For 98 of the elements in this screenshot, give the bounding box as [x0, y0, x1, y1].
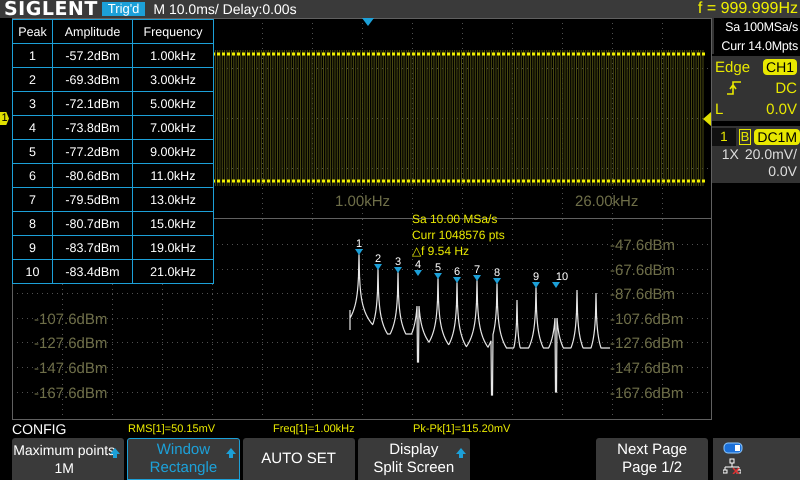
measurement-readout: Freq[1]=1.00kHz: [273, 423, 356, 435]
peak-marker-label: 5: [434, 262, 442, 274]
peak-marker-label: 7: [474, 264, 480, 276]
fft-info-text: Curr 1048576 pts: [412, 228, 505, 242]
peak-marker-label: 2: [374, 253, 382, 265]
table-cell: -72.1dBm: [52, 92, 132, 116]
peak-marker-label: 8: [494, 267, 500, 279]
table-cell: -73.8dBm: [52, 116, 132, 140]
peak-marker-label: 3: [394, 256, 402, 268]
table-cell: -77.2dBm: [52, 140, 132, 164]
table-cell: 3: [12, 92, 52, 116]
table-cell: 6: [12, 164, 52, 188]
channel-coupling: DC1M: [754, 129, 800, 145]
table-cell: 5: [12, 140, 52, 164]
table-cell: 7.00kHz: [132, 116, 214, 140]
sample-rate-readout: Sa 100MSa/s: [725, 19, 798, 35]
peak-marker-icon: [493, 278, 501, 284]
softkey-button[interactable]: Maximum points 1M: [12, 438, 124, 480]
softkey-button[interactable]: AUTO SET: [242, 438, 355, 480]
probe-ratio: 1X: [722, 146, 739, 163]
table-cell: 10: [12, 260, 52, 284]
scale-label: -127.6dBm: [610, 335, 684, 352]
fft-info-text: Sa 10.00 MSa/s: [412, 212, 498, 226]
table-cell: 4: [12, 116, 52, 140]
softkey-button[interactable]: Next Page Page 1/2: [596, 438, 708, 480]
table-cell: 13.0kHz: [132, 188, 214, 212]
memory-depth-readout: Curr 14.0Mpts: [721, 38, 798, 54]
table-cell: -80.6dBm: [52, 164, 132, 188]
peak-marker-icon: [552, 282, 560, 288]
table-cell: -69.3dBm: [52, 68, 132, 92]
scale-label: -127.6dBm: [34, 335, 108, 352]
scale-label: -87.6dBm: [610, 286, 676, 303]
peak-marker-icon: [414, 270, 422, 276]
peak-marker-icon: [434, 273, 442, 279]
peak-marker-label: 1: [356, 238, 362, 250]
table-cell: 9.00kHz: [132, 140, 214, 164]
measurement-readout: RMS[1]=50.15mV: [128, 423, 216, 435]
scale-label: -167.6dBm: [34, 385, 108, 402]
table-cell: 5.00kHz: [132, 92, 214, 116]
timebase-readout: M 10.0ms/ Delay:0.00s: [153, 1, 297, 17]
table-cell: 11.0kHz: [132, 164, 214, 188]
fft-info-text: △f 9.54 Hz: [412, 244, 470, 258]
trigger-source: CH1: [762, 59, 797, 75]
start-frequency-label: 1.00kHz: [335, 193, 390, 210]
table-cell: -80.7dBm: [52, 212, 132, 236]
table-cell: 1: [12, 44, 52, 68]
table-cell: -83.7dBm: [52, 236, 132, 260]
table-cell: 7: [12, 188, 52, 212]
vertical-offset: 0.0V: [768, 163, 797, 180]
peak-marker-icon: [394, 267, 402, 273]
peak-marker-icon: [374, 264, 382, 270]
peak-marker-icon: [355, 249, 363, 255]
table-cell: 8: [12, 212, 52, 236]
scale-label: -147.6dBm: [610, 360, 684, 377]
peak-marker-label: 10: [556, 271, 568, 283]
table-cell: 3.00kHz: [132, 68, 214, 92]
table-cell: -79.5dBm: [52, 188, 132, 212]
peak-marker-label: 4: [414, 259, 422, 271]
table-cell: 19.0kHz: [132, 236, 214, 260]
table-cell: 21.0kHz: [132, 260, 214, 284]
table-cell: 9: [12, 236, 52, 260]
peak-marker-icon: [532, 282, 540, 288]
peak-marker-icon: [453, 277, 461, 283]
channel-marker: 1: [0, 112, 9, 125]
network-disconnected-icon: [723, 458, 742, 474]
vertical-scale: 20.0mV/: [744, 146, 797, 163]
scale-label: -107.6dBm: [610, 311, 684, 328]
peak-marker-icon: [473, 275, 481, 281]
bandwidth-limit-indicator: B: [738, 129, 752, 145]
trigger-type: Edge: [715, 58, 750, 76]
frequency-readout: f = 999.999Hz: [698, 0, 799, 18]
scale-label: -67.6dBm: [610, 262, 676, 279]
table-cell: 2: [12, 68, 52, 92]
trigger-level-label: L: [715, 100, 724, 118]
trigger-coupling: DC: [775, 80, 797, 96]
brand-logo: SIGLENT: [4, 0, 98, 18]
table-cell: -57.2dBm: [52, 44, 132, 68]
table-cell: 1.00kHz: [132, 44, 214, 68]
menu-title: CONFIG: [12, 421, 68, 437]
table-cell: -83.4dBm: [52, 260, 132, 284]
peak-marker-label: 6: [454, 266, 460, 278]
softkey-button[interactable]: Display Split Screen: [358, 438, 470, 480]
peak-marker-label: 9: [532, 271, 540, 283]
end-frequency-label: 26.00kHz: [575, 193, 638, 210]
softkey-button[interactable]: Window Rectangle: [127, 438, 240, 480]
channel-number: 1: [712, 128, 736, 146]
measurement-readout: Pk-Pk[1]=115.20mV: [413, 423, 512, 435]
table-cell: 15.0kHz: [132, 212, 214, 236]
scale-label: -47.6dBm: [610, 237, 676, 254]
column-header: Frequency: [132, 20, 214, 44]
scale-label: -107.6dBm: [34, 311, 108, 328]
trigger-status: Trig'd: [102, 2, 146, 16]
column-header: Amplitude: [52, 20, 132, 44]
scale-label: -147.6dBm: [34, 360, 108, 377]
rising-edge-icon: [727, 81, 741, 95]
trigger-level-readout: 0.0V: [766, 100, 797, 118]
column-header: Peak: [12, 20, 52, 44]
scale-label: -167.6dBm: [610, 385, 684, 402]
